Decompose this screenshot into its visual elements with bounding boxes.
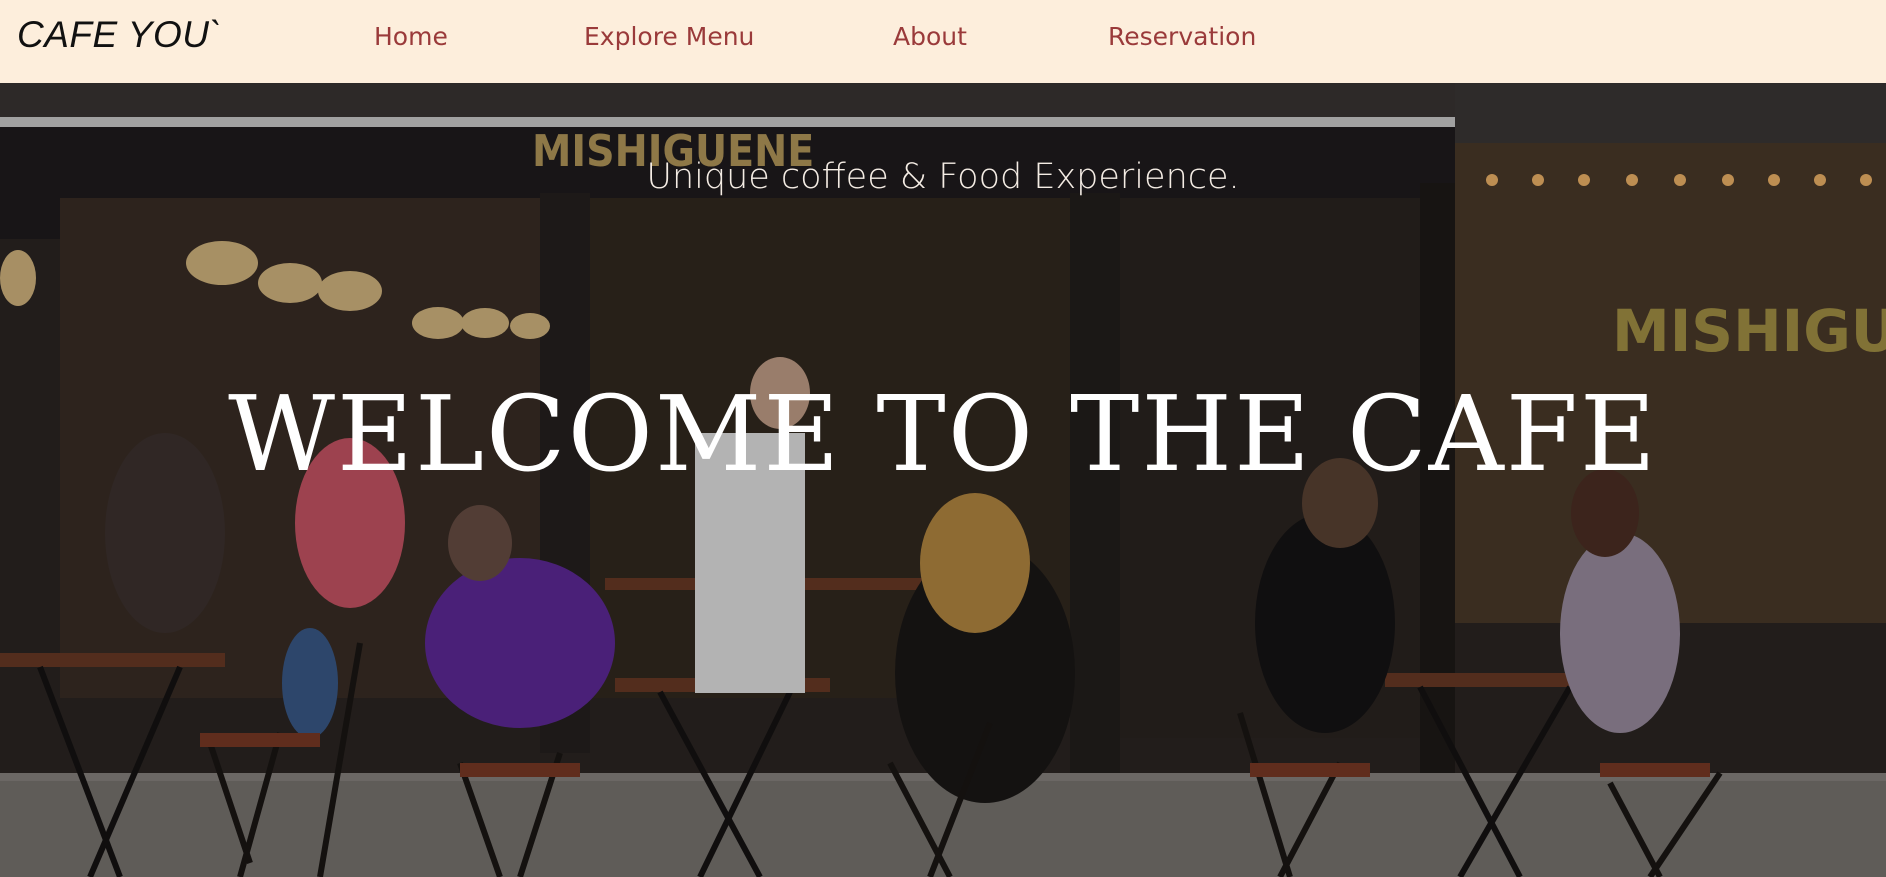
hero-title: WELCOME TO THE CAFE [228,373,1658,495]
nav-link-reservation[interactable]: Reservation [1108,22,1256,51]
hero-tagline: Unique coffee & Food Experience. [646,157,1240,197]
brand-logo[interactable]: CAFE YOU` [17,14,222,56]
hero-section: MISHIGUENE MISHIGUENE [0,83,1886,877]
nav-link-home[interactable]: Home [374,22,448,51]
top-navbar: CAFE YOU` Home Explore Menu About Reserv… [0,0,1886,83]
nav-link-about[interactable]: About [893,22,967,51]
nav-link-explore-menu[interactable]: Explore Menu [584,22,754,51]
